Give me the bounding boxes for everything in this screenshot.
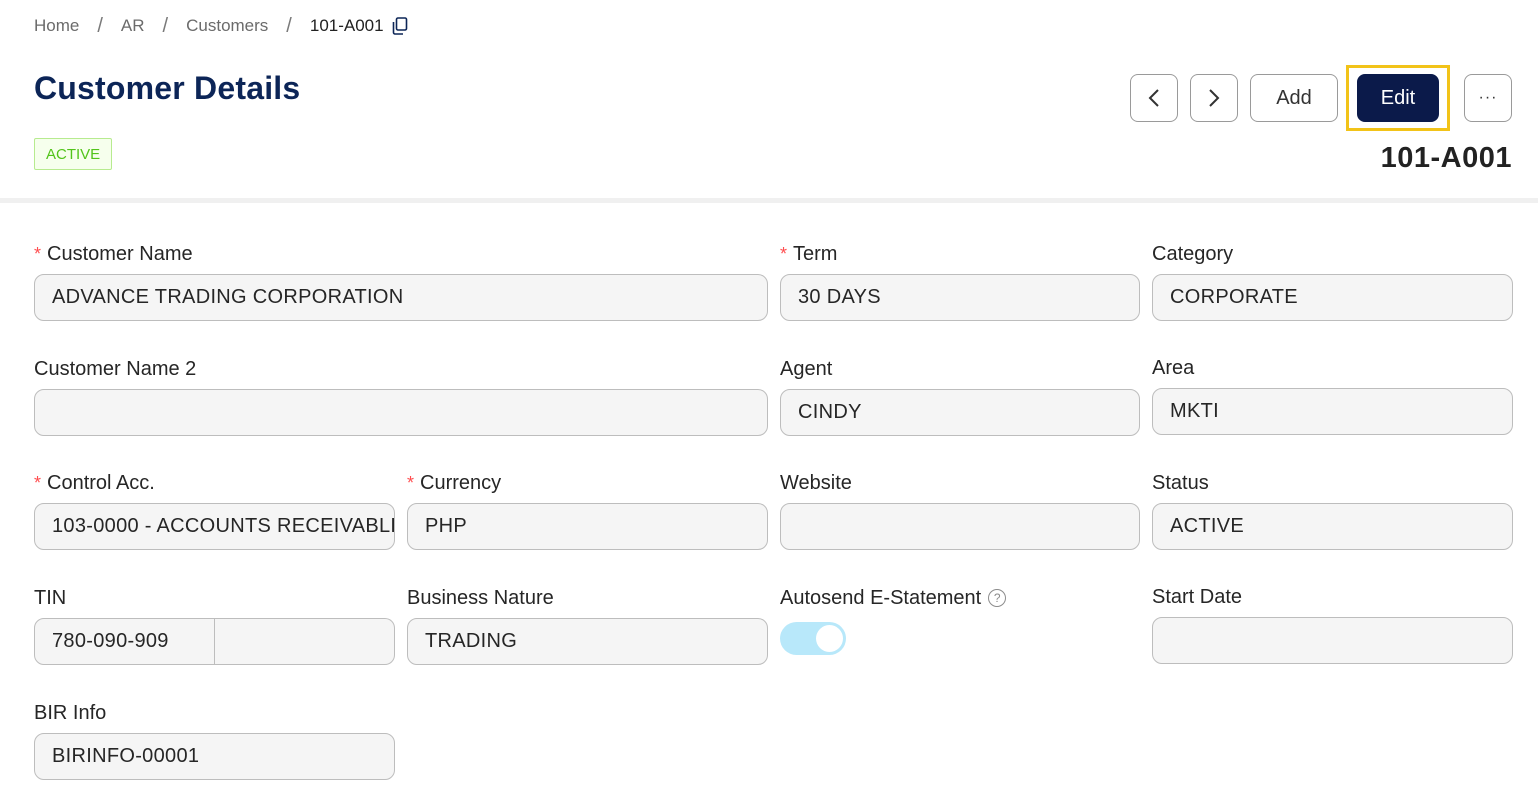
field-label: BIR Info [34,701,107,724]
status-badge: ACTIVE [34,138,113,170]
field-label: Area [1152,356,1195,379]
field-term: * Term 30 DAYS [780,240,1140,321]
field-label: Business Nature [407,586,554,609]
edit-highlight: Edit [1346,65,1450,131]
breadcrumb: Home / AR / Customers / 101-A001 [34,14,408,38]
help-icon[interactable]: ? [988,589,1007,607]
field-label: Currency [420,471,502,494]
add-button[interactable]: Add [1250,74,1338,122]
field-website: Website [780,469,1140,550]
field-label: Agent [780,357,833,380]
breadcrumb-separator: / [162,14,169,37]
chevron-right-icon [1209,89,1220,107]
required-marker: * [34,243,42,264]
currency-input[interactable]: PHP [407,503,768,550]
required-marker: * [407,472,415,493]
field-label: Term [793,242,838,265]
term-input[interactable]: 30 DAYS [780,274,1140,321]
field-autosend: Autosend E-Statement? [780,584,1140,655]
start-date-input[interactable] [1152,617,1513,664]
field-label: Website [780,471,852,494]
field-currency: * Currency PHP [407,469,768,550]
field-bir-info: BIR Info BIRINFO-00001 [34,699,395,780]
breadcrumb-separator: / [97,14,103,37]
previous-record-button[interactable] [1130,74,1178,122]
field-agent: Agent CINDY [780,355,1140,436]
field-label: Control Acc. [47,471,155,494]
breadcrumb-ar[interactable]: AR [121,16,145,36]
field-customer-name-2: Customer Name 2 [34,355,768,436]
field-label: Customer Name 2 [34,357,197,380]
tin-input[interactable]: 780-090-909 [34,618,215,665]
more-options-button[interactable]: ··· [1464,74,1512,122]
field-label: Start Date [1152,585,1243,608]
tin-branch-input[interactable] [215,618,395,665]
next-record-button[interactable] [1190,74,1238,122]
action-bar: Add Edit ··· [1130,65,1512,131]
section-divider [0,198,1538,203]
toggle-knob [816,625,843,652]
breadcrumb-separator: / [286,14,292,37]
breadcrumb-current: 101-A001 [309,16,384,35]
customer-name-2-input[interactable] [34,389,768,436]
category-input[interactable]: CORPORATE [1152,274,1513,321]
field-customer-name: * Customer Name ADVANCE TRADING CORPORATI… [34,240,768,321]
field-label: TIN [34,586,67,609]
chevron-left-icon [1148,89,1159,107]
edit-button[interactable]: Edit [1357,74,1439,122]
record-code: 101-A001 [1380,142,1512,174]
bir-info-input[interactable]: BIRINFO-00001 [34,733,395,780]
field-label: Autosend E-Statement [780,586,982,609]
status-input[interactable]: ACTIVE [1152,503,1513,550]
control-acc-input[interactable]: 103-0000 - ACCOUNTS RECEIVABLE [34,503,395,550]
agent-input[interactable]: CINDY [780,389,1140,436]
ellipsis-icon: ··· [1478,89,1498,106]
breadcrumb-home[interactable]: Home [34,16,79,36]
field-label: Category [1152,242,1234,265]
field-label: Status [1152,471,1209,494]
field-business-nature: Business Nature TRADING [407,584,768,665]
field-label: Customer Name [47,242,193,265]
required-marker: * [34,472,42,493]
customer-name-input[interactable]: ADVANCE TRADING CORPORATION [34,274,768,321]
website-input[interactable] [780,503,1140,550]
field-area: Area MKTI [1152,354,1513,435]
field-start-date: Start Date [1152,583,1513,664]
field-control-acc: * Control Acc. 103-0000 - ACCOUNTS RECEIV… [34,469,395,550]
page-title: Customer Details [34,70,301,106]
breadcrumb-customers[interactable]: Customers [186,16,268,36]
field-tin: TIN 780-090-909 [34,584,395,665]
autosend-toggle[interactable] [780,622,846,655]
business-nature-input[interactable]: TRADING [407,618,768,665]
field-status: Status ACTIVE [1152,469,1513,550]
area-input[interactable]: MKTI [1152,388,1513,435]
required-marker: * [780,243,788,264]
copy-icon[interactable] [392,17,408,35]
field-category: Category CORPORATE [1152,240,1513,321]
